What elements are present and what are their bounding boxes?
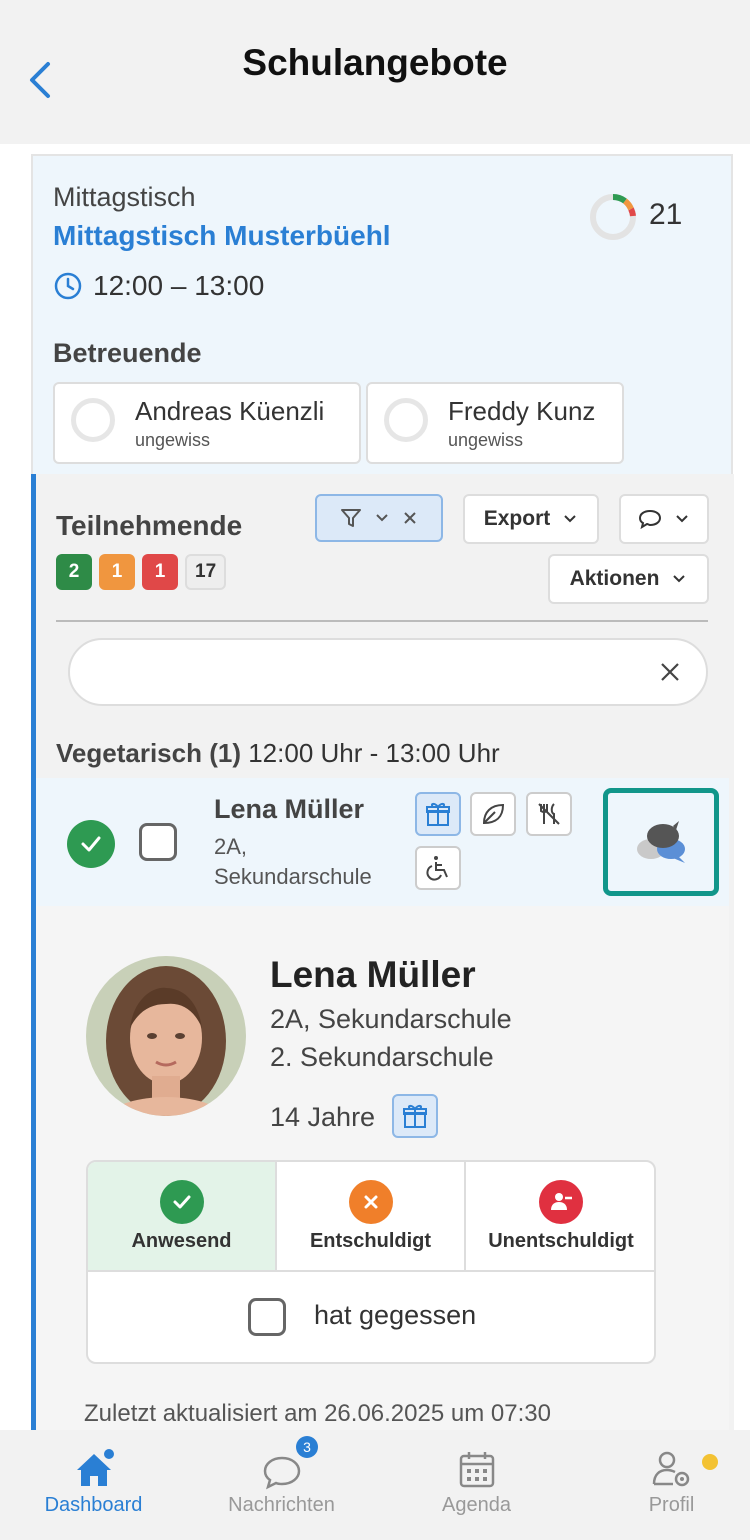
tab-profile[interactable]: Profil xyxy=(578,1430,750,1540)
staff-status-circle-icon xyxy=(71,398,115,442)
header: Schulangebote xyxy=(0,0,750,144)
tab-label: Dashboard xyxy=(44,1494,143,1516)
chevron-down-icon xyxy=(676,515,688,523)
home-icon xyxy=(76,1448,115,1486)
messages-badge: 3 xyxy=(296,1436,318,1458)
progress-ring-icon xyxy=(590,194,636,240)
calendar-icon xyxy=(459,1452,494,1488)
divider xyxy=(56,620,708,622)
staff-heading: Betreuende xyxy=(53,338,202,368)
user-settings-icon xyxy=(652,1451,689,1487)
detail-class: 2A, Sekundarschule xyxy=(270,1004,512,1034)
tab-messages[interactable]: 3 Nachrichten xyxy=(188,1430,375,1540)
chat-bubbles-icon xyxy=(637,821,685,863)
present-option[interactable]: Anwesend xyxy=(88,1162,277,1270)
clear-search-icon[interactable] xyxy=(654,656,686,688)
user-minus-icon xyxy=(539,1180,583,1224)
notification-dot xyxy=(702,1454,718,1470)
excused-label: Entschuldigt xyxy=(309,1230,432,1252)
group-header: Vegetarisch (1) 12:00 Uhr - 13:00 Uhr xyxy=(56,738,500,769)
staff-name: Andreas Küenzli xyxy=(135,396,325,426)
ate-label: hat gegessen xyxy=(314,1300,477,1330)
participants-heading: Teilnehmende xyxy=(56,510,243,541)
participant-count: 21 xyxy=(649,198,683,231)
gift-icon[interactable] xyxy=(392,1094,438,1138)
participant-row[interactable]: Lena Müller 2A, Sekundarschule xyxy=(36,778,729,906)
status-badge: 1 xyxy=(99,554,135,590)
comment-dropdown-button[interactable] xyxy=(619,494,709,544)
present-check-icon[interactable] xyxy=(67,820,115,868)
gift-icon[interactable] xyxy=(415,792,461,836)
last-updated: Zuletzt aktualisiert am 26.06.2025 um 07… xyxy=(84,1400,551,1427)
staff-status: ungewiss xyxy=(448,430,524,450)
tab-dashboard[interactable]: Dashboard xyxy=(0,1430,187,1540)
tab-bar: Dashboard 3 Nachrichten Agenda Profil xyxy=(0,1430,750,1540)
participant-detail: Lena Müller 2A, Sekundarschule 2. Sekund… xyxy=(36,906,729,1430)
tab-label: Agenda xyxy=(442,1494,511,1516)
x-circle-icon xyxy=(348,1180,393,1224)
staff-card[interactable]: Andreas Küenzli ungewiss xyxy=(53,382,361,464)
participant-class-line: 2A, xyxy=(214,834,248,859)
excused-option[interactable]: Entschuldigt xyxy=(277,1162,466,1270)
avatar xyxy=(86,956,246,1116)
detail-name: Lena Müller xyxy=(270,954,476,995)
group-time: 12:00 Uhr - 13:00 Uhr xyxy=(248,738,500,768)
chevron-down-icon xyxy=(376,514,388,522)
status-badge: 2 xyxy=(56,554,92,590)
unexcused-label: Unentschuldigt xyxy=(488,1230,634,1252)
wheelchair-icon[interactable] xyxy=(415,846,461,890)
actions-label: Aktionen xyxy=(569,567,660,590)
ate-checkbox[interactable] xyxy=(248,1298,286,1336)
status-badges: 2 1 1 17 xyxy=(56,554,227,590)
close-icon[interactable] xyxy=(402,510,418,526)
offer-time: 12:00 – 13:00 xyxy=(53,270,264,302)
filter-button[interactable] xyxy=(315,494,443,542)
present-label: Anwesend xyxy=(131,1230,232,1252)
clock-icon xyxy=(54,272,82,300)
check-circle-icon xyxy=(159,1180,204,1224)
filter-icon xyxy=(341,509,361,527)
offer-card: Mittagstisch Mittagstisch Musterbüehl 12… xyxy=(31,154,733,476)
search-input[interactable] xyxy=(68,638,708,706)
status-badge: 17 xyxy=(185,554,227,590)
participant-name: Lena Müller xyxy=(214,794,365,824)
offer-name-link[interactable]: Mittagstisch Musterbüehl xyxy=(53,220,391,252)
select-checkbox[interactable] xyxy=(139,823,177,861)
tab-label: Profil xyxy=(648,1494,695,1516)
offer-category: Mittagstisch xyxy=(53,182,196,212)
export-label: Export xyxy=(483,507,551,530)
tab-label: Nachrichten xyxy=(228,1494,335,1516)
offer-time-text: 12:00 – 13:00 xyxy=(93,270,265,301)
tab-agenda[interactable]: Agenda xyxy=(383,1430,570,1540)
unexcused-option[interactable]: Unentschuldigt xyxy=(466,1162,654,1270)
export-button[interactable]: Export xyxy=(463,494,599,544)
content-area: Mittagstisch Mittagstisch Musterbüehl 12… xyxy=(0,144,750,1430)
chat-bubbles-button[interactable] xyxy=(603,788,719,896)
staff-card[interactable]: Freddy Kunz ungewiss xyxy=(366,382,624,464)
page-title: Schulangebote xyxy=(242,42,508,83)
chevron-down-icon xyxy=(673,575,686,583)
detail-age: 14 Jahre xyxy=(270,1102,376,1132)
detail-grade: 2. Sekundarschule xyxy=(270,1042,494,1072)
actions-button[interactable]: Aktionen xyxy=(548,554,709,604)
staff-status-circle-icon xyxy=(384,398,428,442)
staff-status: ungewiss xyxy=(135,430,211,450)
ate-option[interactable]: hat gegessen xyxy=(88,1270,654,1362)
participant-school-line: Sekundarschule xyxy=(214,864,372,889)
chat-icon xyxy=(263,1456,300,1490)
participants-section: Teilnehmende 2 1 1 17 Export Aktionen Ve… xyxy=(31,474,734,1430)
no-cutlery-icon[interactable] xyxy=(526,792,572,836)
chevron-down-icon xyxy=(564,515,576,523)
staff-name: Freddy Kunz xyxy=(448,396,596,426)
participant-class: 2A, Sekundarschule xyxy=(214,832,372,892)
speech-bubble-icon xyxy=(638,509,662,530)
group-title: Vegetarisch (1) xyxy=(56,738,241,768)
leaf-icon[interactable] xyxy=(470,792,516,836)
status-badge: 1 xyxy=(142,554,178,590)
attendance-panel: Anwesend Entschuldigt Unentschuldigt hat… xyxy=(86,1160,656,1364)
